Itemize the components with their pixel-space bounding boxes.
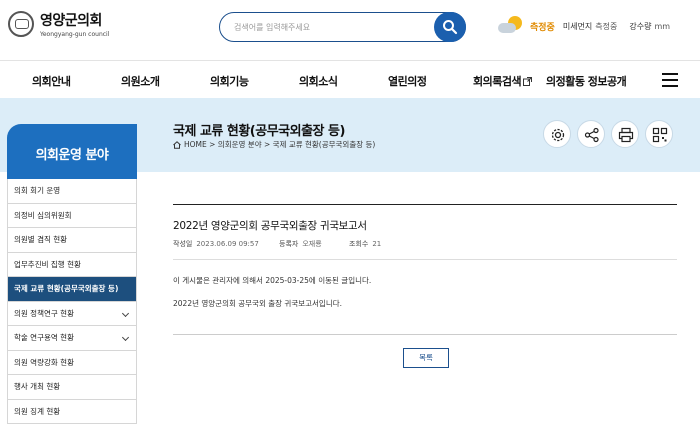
rain-value: mm	[654, 21, 671, 31]
share-button[interactable]	[577, 120, 605, 148]
date-label: 작성일	[173, 240, 193, 248]
nav-item-functions[interactable]: 의회기능	[210, 73, 249, 89]
nav-item-members[interactable]: 의원소개	[121, 73, 160, 89]
views-label: 조회수	[349, 240, 369, 248]
breadcrumb-text[interactable]: HOME > 의회운영 분야 > 국제 교류 현황(공무국외출장 등)	[184, 139, 375, 150]
search-icon	[443, 20, 458, 35]
post-top-divider	[173, 204, 677, 205]
page-title: 국제 교류 현황(공무국외출장 등)	[173, 124, 345, 139]
post-title: 2022년 영양군의회 공무국외출장 귀국보고서	[173, 220, 367, 232]
sidebar-item-label: 학술 연구용역 현황	[14, 333, 74, 342]
sun-cloud-icon	[498, 16, 524, 36]
chevron-down-icon	[121, 309, 130, 317]
sidebar-item-international-exchange[interactable]: 국제 교류 현황(공무국외출장 등)	[8, 277, 136, 302]
logo-text: 영양군의회 Yeongyang-gun council	[40, 10, 109, 38]
breadcrumb: HOME > 의회운영 분야 > 국제 교류 현황(공무국외출장 등)	[173, 139, 375, 150]
site-logo[interactable]: 영양군의회 Yeongyang-gun council	[8, 10, 109, 38]
logo-title: 영양군의회	[40, 13, 102, 29]
main-nav: 의회안내 의원소개 의회기능 의회소식 열린의정 회의록검색 의정활동 정보공개	[0, 60, 700, 98]
sidebar-item-events[interactable]: 행사 개최 현황	[8, 375, 136, 400]
nav-item-open-council[interactable]: 열린의정	[388, 73, 427, 89]
post-body: 2022년 영양군의회 공무국외 출장 귀국보고서입니다.	[173, 299, 343, 308]
settings-button[interactable]	[543, 120, 571, 148]
sidebar-item-capacity[interactable]: 의원 역량강화 현황	[8, 351, 136, 375]
list-button[interactable]: 목록	[403, 348, 449, 368]
post-views: 조회수 21	[349, 239, 381, 249]
post-author: 등록자 오재룡	[279, 239, 322, 249]
home-icon[interactable]	[173, 140, 181, 149]
print-icon	[618, 127, 634, 143]
views-value: 21	[372, 240, 382, 248]
nav-item-activity-disclosure[interactable]: 의정활동 정보공개	[546, 73, 627, 89]
nav-item-council-info[interactable]: 의회안내	[32, 73, 71, 89]
council-emblem-icon	[8, 11, 34, 37]
author-label: 등록자	[279, 240, 299, 248]
sidebar-item-concurrent-jobs[interactable]: 의원별 겸직 현황	[8, 228, 136, 253]
post-date: 작성일 2023.06.09 09:57	[173, 239, 259, 249]
dust-value: 측정중	[595, 21, 618, 31]
sidebar-item-pay-committee[interactable]: 의정비 심의위원회	[8, 204, 136, 228]
sidebar-item-academic-research[interactable]: 학술 연구용역 현황	[8, 326, 136, 351]
sidebar-item-expenses[interactable]: 업무추진비 집행 현황	[8, 253, 136, 277]
share-icon	[584, 127, 599, 143]
nav-item-minutes-label: 회의록검색	[473, 75, 522, 88]
search-button[interactable]	[434, 12, 466, 42]
weather-widget: 측정중 미세먼지 측정중 강수량 mm	[498, 16, 682, 36]
rain-label: 강수량	[629, 21, 652, 31]
author-value: 오재룡	[302, 240, 322, 248]
date-value: 2023.06.09 09:57	[196, 240, 259, 248]
sidebar-item-session[interactable]: 의회 회기 운영	[8, 179, 136, 204]
logo-subtitle: Yeongyang-gun council	[40, 31, 110, 38]
sidebar-item-policy-research[interactable]: 의원 정책연구 현황	[8, 302, 136, 326]
qr-code-icon	[652, 127, 668, 143]
nav-item-news[interactable]: 의회소식	[299, 73, 338, 89]
sidebar-item-label: 의원 정책연구 현황	[14, 308, 74, 318]
sidebar-header: 의회운영 분야	[7, 124, 137, 179]
print-button[interactable]	[611, 120, 639, 148]
external-link-icon	[523, 76, 533, 86]
qr-code-button[interactable]	[645, 120, 673, 148]
weather-status: 측정중	[530, 22, 555, 33]
dust-label: 미세먼지	[562, 21, 593, 31]
search-box	[219, 12, 466, 42]
site-header: 영양군의회 Yeongyang-gun council 측정중 미세먼지 측정중…	[0, 0, 700, 60]
sidebar-menu: 의회 회기 운영 의정비 심의위원회 의원별 겸직 현황 업무추진비 집행 현황…	[7, 179, 137, 424]
settings-icon	[551, 128, 565, 142]
hamburger-icon[interactable]	[662, 73, 678, 87]
post-bottom-divider	[173, 334, 677, 335]
search-input[interactable]	[234, 20, 424, 35]
sidebar-item-discipline[interactable]: 의원 징계 현황	[8, 400, 136, 424]
move-notice: 이 게시물은 관리자에 의해서 2025-03-25에 이동된 글입니다.	[173, 276, 372, 285]
meta-divider	[173, 259, 677, 260]
sidebar-title: 의회운영 분야	[35, 148, 109, 163]
chevron-down-icon	[121, 333, 130, 342]
nav-item-minutes-search[interactable]: 회의록검색	[473, 73, 533, 89]
